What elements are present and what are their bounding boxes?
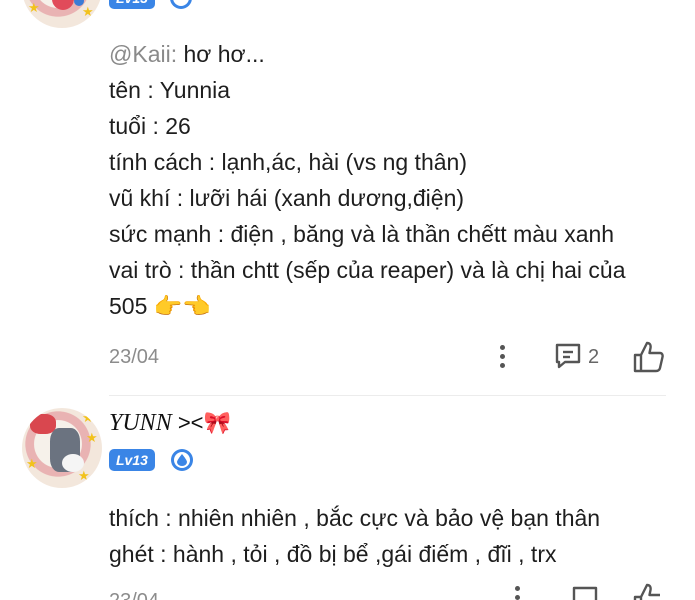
username[interactable]: YUNN ><🎀	[109, 410, 231, 437]
comment-line: ghét : hành , tỏi , đồ bị bể ,gái điếm ,…	[109, 541, 557, 567]
reply-button[interactable]: 2	[553, 341, 603, 373]
mention-link[interactable]: @Kaii:	[109, 41, 177, 67]
thumbs-up-icon[interactable]	[632, 582, 666, 600]
more-options-icon[interactable]	[515, 586, 521, 600]
level-badge: Lv13	[109, 449, 155, 471]
comment-date: 23/04	[109, 590, 159, 600]
comment-bubble-icon[interactable]	[570, 584, 600, 600]
more-options-icon[interactable]	[500, 345, 506, 372]
avatar[interactable]: ★ ★ ★ ★	[22, 408, 102, 488]
comment-bubble-icon	[555, 343, 581, 369]
comment-item: ★ ★ Lv13 @Kaii: hơ hơ... tên : Yunnia tu…	[0, 0, 695, 395]
comment-line: tính cách : lạnh,ác, hài (vs ng thân)	[109, 149, 467, 175]
comment-line: sức mạnh : điện , băng và là thần chếtt …	[109, 221, 615, 247]
comment-body: thích : nhiên nhiên , bắc cực và bảo vệ …	[109, 500, 600, 572]
comment-line: 505 👉👈	[109, 293, 212, 319]
comment-date: 23/04	[109, 346, 160, 368]
comment-item: ★ ★ ★ ★ YUNN ><🎀 Lv13 thích : nhiên nhiê…	[0, 396, 695, 600]
comment-first-line: @Kaii: hơ hơ...	[109, 41, 265, 67]
avatar[interactable]: ★ ★	[22, 0, 102, 28]
reply-count: 2	[588, 346, 600, 368]
comment-line: thích : nhiên nhiên , bắc cực và bảo vệ …	[109, 505, 601, 531]
thumbs-up-icon[interactable]	[632, 340, 666, 374]
comment-line: vũ khí : lưỡi hái (xanh dương,điện)	[109, 185, 465, 211]
comment-body: @Kaii: hơ hơ... tên : Yunnia tuổi : 26 t…	[109, 36, 626, 324]
level-badge: Lv13	[109, 0, 155, 9]
rank-badge-icon	[170, 0, 192, 9]
comment-line: tuổi : 26	[109, 113, 191, 139]
comment-line: vai trò : thần chtt (sếp của reaper) và …	[109, 257, 626, 283]
comment-line: tên : Yunnia	[109, 77, 231, 103]
rank-badge-icon	[171, 449, 193, 471]
